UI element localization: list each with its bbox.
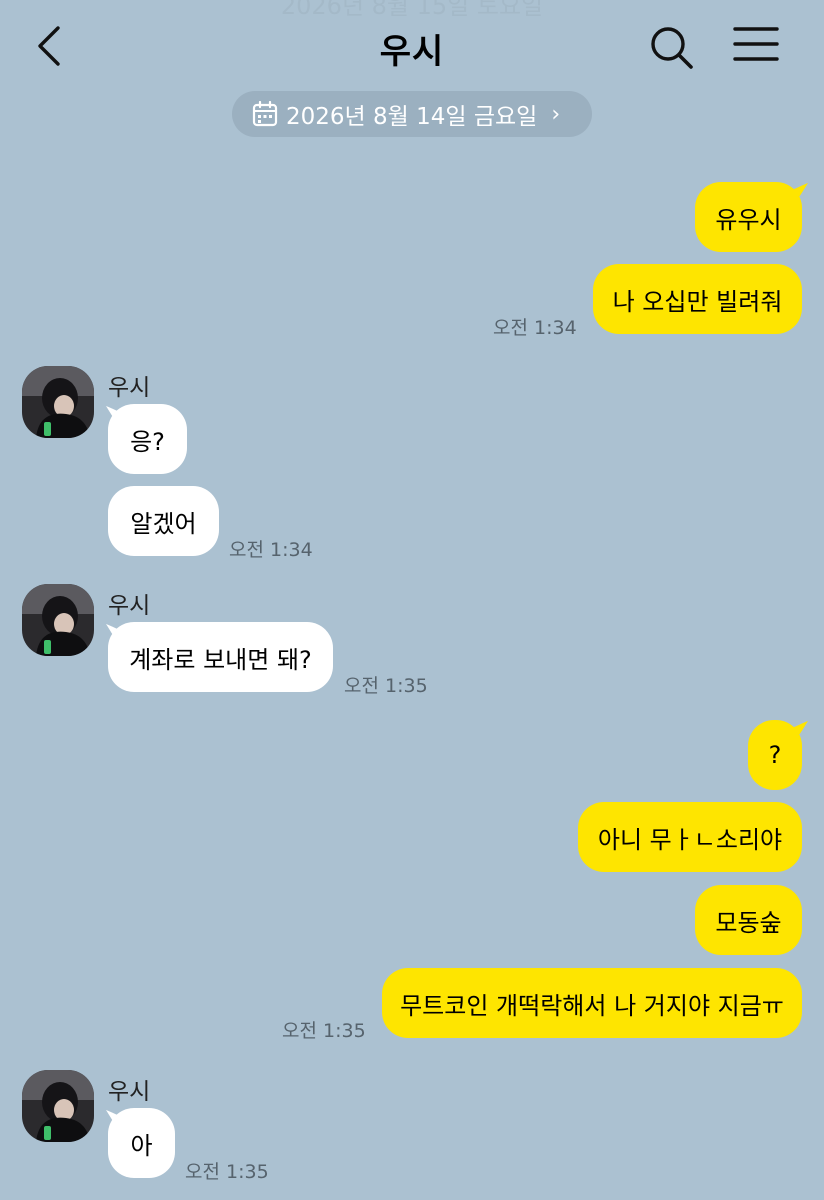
chat-title: 우시 (379, 32, 445, 72)
avatar-photo (22, 1070, 94, 1142)
menu-icon (733, 27, 779, 61)
their-message-bubble[interactable]: 응? (108, 404, 187, 474)
avatar-photo (22, 366, 94, 438)
message-text: 응? (130, 427, 165, 456)
avatar[interactable] (22, 366, 94, 438)
message-text: 나 오십만 빌려줘 (612, 287, 783, 316)
message-text: 모동숲 (715, 908, 782, 937)
calendar-icon (252, 101, 278, 127)
date-label: 2026년 8월 14일 금요일 (286, 104, 538, 130)
chevron-right-icon: › (551, 101, 561, 127)
my-message-bubble[interactable]: 모동숲 (695, 885, 802, 955)
sender-name: 우시 (108, 375, 151, 401)
their-message-bubble[interactable]: 아 (108, 1108, 175, 1178)
chat-header: 2026년 8월 15일 토요일 우시 (0, 0, 824, 90)
message-text: 무트코인 개떡락해서 나 거지야 지금ㅠ (400, 991, 784, 1020)
menu-button[interactable] (732, 24, 780, 66)
message-text: 계좌로 보내면 돼? (129, 645, 312, 674)
message-text: 아니 무ㅏㄴ소리야 (597, 825, 783, 854)
avatar[interactable] (22, 1070, 94, 1142)
avatar[interactable] (22, 584, 94, 656)
message-time: 오전 1:35 (282, 1020, 366, 1042)
message-text: 알겠어 (130, 509, 197, 538)
their-message-bubble[interactable]: 알겠어 (108, 486, 219, 556)
message-text: 유우시 (715, 205, 782, 234)
message-time: 오전 1:35 (185, 1161, 269, 1183)
message-time: 오전 1:34 (229, 539, 313, 561)
search-button[interactable] (646, 22, 698, 74)
my-message-bubble[interactable]: 나 오십만 빌려줘 (593, 264, 802, 334)
message-text: ? (768, 741, 782, 769)
my-message-bubble[interactable]: 아니 무ㅏㄴ소리야 (578, 802, 802, 872)
message-time: 오전 1:35 (344, 675, 428, 697)
avatar-photo (22, 584, 94, 656)
sender-name: 우시 (108, 1079, 151, 1105)
my-message-bubble[interactable]: ? (748, 720, 802, 790)
message-text: 아 (130, 1131, 153, 1160)
my-message-bubble[interactable]: 유우시 (695, 182, 802, 252)
search-icon (651, 27, 693, 69)
message-time: 오전 1:34 (493, 317, 577, 339)
date-divider[interactable]: 2026년 8월 14일 금요일 › (232, 91, 592, 137)
sender-name: 우시 (108, 593, 151, 619)
my-message-bubble[interactable]: 무트코인 개떡락해서 나 거지야 지금ㅠ (382, 968, 802, 1038)
their-message-bubble[interactable]: 계좌로 보내면 돼? (108, 622, 333, 692)
ghost-date-label: 2026년 8월 15일 토요일 (280, 0, 544, 20)
